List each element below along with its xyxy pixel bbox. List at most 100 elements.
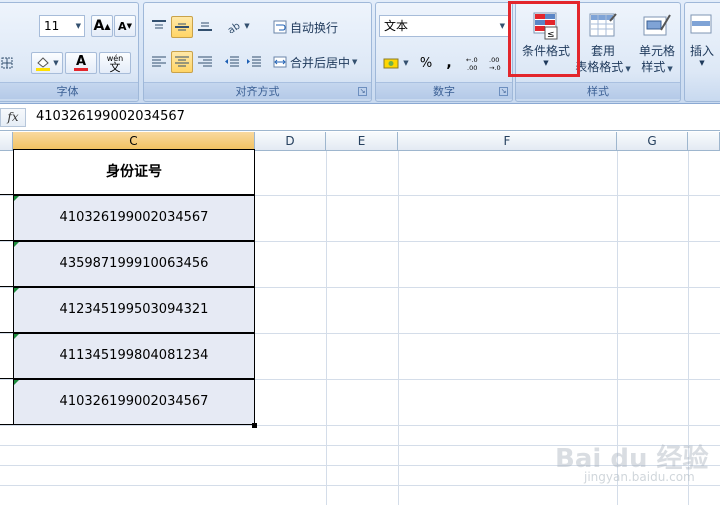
phonetic-char: 文: [109, 61, 121, 74]
format-as-table-label-2-text: 表格格式: [575, 60, 624, 74]
cell-styles-label-2-text: 样式: [641, 60, 666, 74]
gridline: [326, 151, 327, 505]
chevron-down-icon: ▼: [625, 65, 631, 73]
id-cell-value: 411345199804081234: [59, 348, 209, 363]
styles-group-label: 样式: [516, 82, 680, 99]
id-header-cell[interactable]: 身份证号: [13, 149, 255, 195]
increase-decimal-icon: ←.0.00: [466, 56, 478, 71]
currency-icon: [383, 58, 399, 69]
column-b-cell[interactable]: [0, 149, 13, 195]
table-style-icon: [588, 11, 618, 41]
chevron-down-icon: ▼: [667, 65, 673, 73]
id-cell-value: 435987199910063456: [59, 256, 209, 271]
fill-handle[interactable]: [252, 423, 257, 428]
align-bottom-button[interactable]: [195, 16, 215, 36]
wrap-text-icon: [273, 20, 287, 34]
align-center-icon: [175, 56, 189, 67]
comma-style-button[interactable]: ,: [439, 52, 459, 74]
insert-function-button[interactable]: fx: [0, 108, 26, 127]
borders-button[interactable]: [0, 53, 15, 73]
number-format-combo[interactable]: 文本 ▼: [379, 15, 509, 37]
orientation-button[interactable]: ab ▼: [222, 16, 254, 36]
format-as-table-button[interactable]: 套用 表格格式 ▼: [572, 7, 634, 81]
cell-styles-button[interactable]: 单元格 样式 ▼: [632, 7, 682, 81]
increase-indent-button[interactable]: [244, 52, 264, 72]
font-size-value: 11: [44, 19, 60, 33]
svg-text:.00: .00: [489, 56, 499, 64]
font-color-swatch: [74, 68, 88, 71]
align-left-button[interactable]: [149, 52, 169, 72]
align-bottom-icon: [198, 22, 212, 31]
alignment-group-label: 对齐方式: [144, 82, 371, 99]
column-header-e[interactable]: E: [326, 132, 398, 151]
id-cell[interactable]: 411345199804081234: [13, 333, 255, 379]
insert-button[interactable]: 插入 ▼: [685, 7, 719, 81]
percent-button[interactable]: %: [416, 52, 436, 74]
chevron-down-icon: ▼: [244, 22, 250, 30]
alignment-group: ab ▼ 自动换行 合并后居中 ▼ 对齐方式 ↘: [143, 2, 372, 102]
formula-input[interactable]: 410326199002034567: [36, 109, 185, 124]
increase-decimal-button[interactable]: ←.0.00: [464, 52, 486, 74]
align-right-button[interactable]: [195, 52, 215, 72]
id-cell[interactable]: 410326199002034567: [13, 379, 255, 425]
column-b-cell[interactable]: [0, 241, 13, 287]
font-color-button[interactable]: A: [65, 52, 97, 74]
id-cell[interactable]: 410326199002034567: [13, 195, 255, 241]
insert-cells-icon: [687, 11, 717, 41]
wrap-text-button[interactable]: 自动换行: [272, 16, 354, 38]
cell-styles-label-1: 单元格: [638, 44, 675, 58]
chevron-down-icon: ▼: [403, 59, 409, 67]
id-cell[interactable]: 435987199910063456: [13, 241, 255, 287]
grow-font-button[interactable]: A ▲: [91, 15, 113, 37]
column-b-cell[interactable]: [0, 379, 13, 425]
column-b-cell[interactable]: [0, 333, 13, 379]
font-group: 11 ▼ A ▲ A ▼ ▼ A wén 文 字体: [0, 2, 139, 102]
dialog-launcher-icon[interactable]: ↘: [499, 87, 508, 96]
fill-color-button[interactable]: ▼: [31, 52, 63, 74]
align-middle-button[interactable]: [171, 16, 193, 38]
svg-text:ab: ab: [226, 21, 242, 33]
merge-center-button[interactable]: 合并后居中 ▼: [272, 51, 370, 73]
cells-group: 插入 ▼: [684, 2, 720, 102]
number-group-label: 数字: [376, 82, 512, 99]
increase-indent-icon: [247, 56, 261, 67]
column-b-cell[interactable]: [0, 287, 13, 333]
font-group-label: 字体: [0, 82, 138, 99]
align-top-button[interactable]: [149, 16, 169, 36]
borders-icon: [1, 57, 13, 69]
percent-label: %: [419, 55, 433, 71]
chevron-down-icon: ▼: [699, 59, 705, 67]
column-header-h[interactable]: [688, 132, 720, 151]
dialog-launcher-icon[interactable]: ↘: [358, 87, 367, 96]
id-cell-value: 410326199002034567: [59, 394, 209, 409]
paint-bucket-icon: [36, 57, 51, 71]
format-as-table-label-2: 表格格式 ▼: [572, 59, 634, 77]
gridline: [398, 151, 399, 505]
currency-button[interactable]: ▼: [379, 52, 413, 74]
error-indicator-icon: [14, 288, 19, 293]
column-header-g[interactable]: G: [617, 132, 688, 151]
column-header-f[interactable]: F: [398, 132, 617, 151]
phonetic-button[interactable]: wén 文: [99, 52, 131, 74]
format-as-table-label-1: 套用: [590, 44, 615, 58]
id-cell[interactable]: 412345199503094321: [13, 287, 255, 333]
svg-text:→.0: →.0: [489, 64, 501, 71]
insert-label: 插入: [689, 44, 714, 58]
decrease-indent-button[interactable]: [222, 52, 242, 72]
align-right-icon: [198, 56, 212, 67]
column-header-d[interactable]: D: [255, 132, 326, 151]
font-size-combo[interactable]: 11 ▼: [39, 15, 85, 37]
decrease-decimal-button[interactable]: .00 →.0: [487, 52, 509, 74]
number-format-value: 文本: [384, 19, 409, 33]
chevron-down-icon: ▼: [75, 22, 81, 30]
chevron-down-icon: ▼: [352, 58, 358, 66]
shrink-font-button[interactable]: A ▼: [114, 15, 136, 37]
text-orientation-icon: ab: [226, 21, 242, 33]
column-b-cell[interactable]: [0, 195, 13, 241]
formula-bar: fx 410326199002034567: [0, 104, 720, 131]
align-top-icon: [152, 20, 166, 29]
cell-styles-label-2: 样式 ▼: [632, 59, 682, 77]
number-group: 文本 ▼ ▼ % , ←.0.00 .00 →.0 数字 ↘: [375, 2, 513, 102]
chevron-down-icon: ▼: [499, 22, 505, 30]
align-center-button[interactable]: [171, 51, 193, 73]
